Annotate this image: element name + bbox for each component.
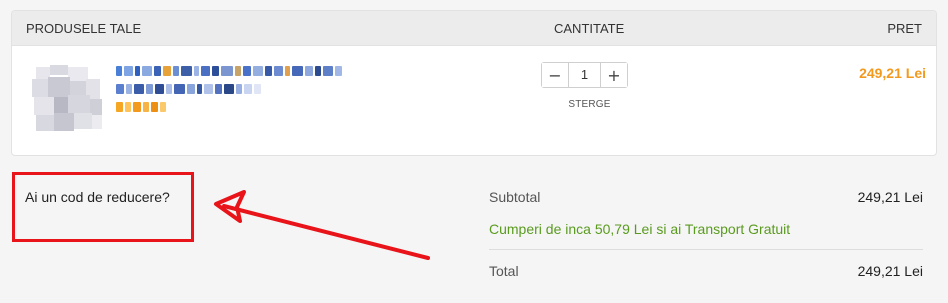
decrease-quantity-button[interactable]: −	[542, 63, 568, 87]
total-label: Total	[489, 263, 519, 279]
subtotal-row: Subtotal 249,21 Lei	[489, 189, 923, 209]
free-shipping-message: Cumperi de inca 50,79 Lei si ai Transpor…	[489, 221, 791, 237]
cart-item-row: − 1 + STERGE 249,21 Lei	[12, 46, 936, 155]
price-column-header: PRET	[887, 21, 922, 36]
discount-code-link[interactable]: Ai un cod de reducere?	[25, 189, 170, 205]
subtotal-value: 249,21 Lei	[857, 189, 923, 205]
redacted-text-line	[116, 84, 446, 96]
free-shipping-row: Cumperi de inca 50,79 Lei si ai Transpor…	[489, 221, 923, 241]
item-price: 249,21 Lei	[859, 65, 926, 81]
product-thumbnail[interactable]	[28, 61, 106, 139]
subtotal-label: Subtotal	[489, 189, 541, 205]
cart-header: PRODUSELE TALE CANTITATE PRET	[12, 11, 936, 46]
product-name-redacted[interactable]	[116, 66, 446, 120]
redacted-text-line	[116, 102, 446, 114]
products-column-header: PRODUSELE TALE	[26, 21, 142, 36]
quantity-column-header: CANTITATE	[554, 21, 625, 36]
coupon-highlight-box	[12, 172, 194, 242]
increase-quantity-button[interactable]: +	[601, 63, 627, 87]
plus-icon: +	[607, 65, 621, 85]
summary-divider	[489, 249, 923, 250]
cart-table: PRODUSELE TALE CANTITATE PRET − 1 + STER…	[11, 10, 937, 156]
total-row: Total 249,21 Lei	[489, 263, 923, 283]
annotation-arrow	[214, 190, 430, 260]
minus-icon: −	[548, 65, 562, 85]
redacted-text-line	[116, 66, 446, 78]
remove-item-link[interactable]: STERGE	[541, 99, 638, 110]
total-value: 249,21 Lei	[857, 263, 923, 279]
quantity-value[interactable]: 1	[568, 63, 601, 87]
quantity-stepper[interactable]: − 1 +	[541, 62, 628, 88]
